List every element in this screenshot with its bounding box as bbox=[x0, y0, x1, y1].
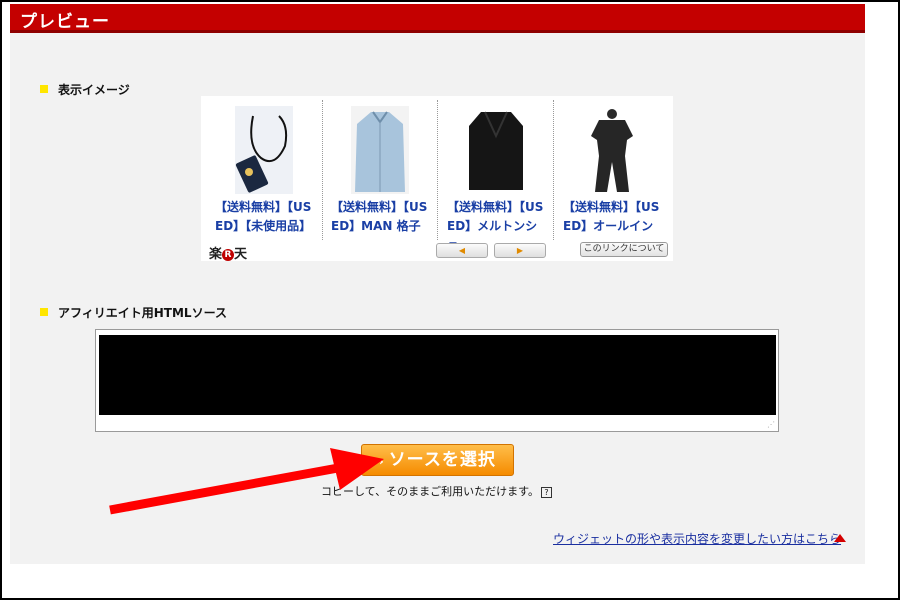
customize-widget-link[interactable]: ウィジェットの形や表示内容を変更したい方はこちら bbox=[553, 530, 841, 547]
triangle-up-icon bbox=[834, 534, 846, 542]
red-arrow-annotation bbox=[109, 448, 384, 515]
